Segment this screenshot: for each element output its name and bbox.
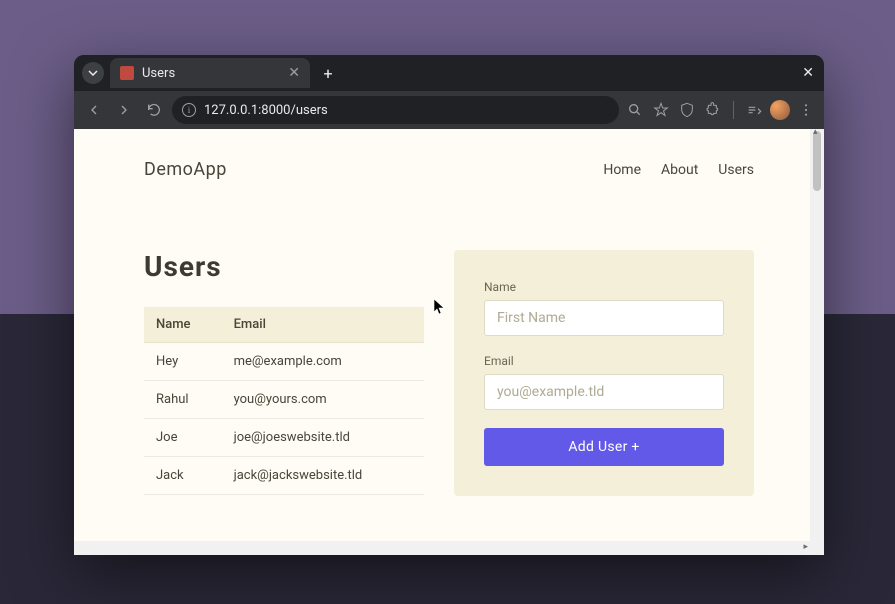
nav-link-users[interactable]: Users [718, 162, 754, 178]
name-label: Name [484, 280, 724, 294]
browser-window: Users ✕ + ✕ i 127.0.0.1:8000/users DemoA… [74, 55, 824, 555]
cell-name: Rahul [144, 381, 222, 419]
cell-email: jack@jackswebsite.tld [222, 457, 424, 495]
page-viewport: DemoApp Home About Users Users Name Emai… [74, 129, 824, 555]
nav-link-home[interactable]: Home [603, 162, 641, 178]
tab-search-button[interactable] [82, 62, 104, 84]
site-info-icon[interactable]: i [182, 103, 196, 117]
bookmark-button[interactable] [651, 100, 671, 120]
browser-tab[interactable]: Users ✕ [110, 58, 310, 88]
profile-avatar[interactable] [770, 100, 790, 120]
cell-email: you@yours.com [222, 381, 424, 419]
cell-email: joe@joeswebsite.tld [222, 419, 424, 457]
col-header-name: Name [144, 307, 222, 343]
media-control-icon[interactable] [744, 100, 764, 120]
browser-toolbar: i 127.0.0.1:8000/users [74, 91, 824, 129]
table-row: Jack jack@jackswebsite.tld [144, 457, 424, 495]
nav-links: Home About Users [603, 162, 754, 178]
tab-bar: Users ✕ + ✕ [74, 55, 824, 91]
col-header-email: Email [222, 307, 424, 343]
reload-button[interactable] [142, 98, 166, 122]
add-user-button[interactable]: Add User + [484, 428, 724, 466]
close-tab-button[interactable]: ✕ [288, 65, 300, 81]
cell-name: Jack [144, 457, 222, 495]
add-user-form: Name Email Add User + [454, 250, 754, 496]
new-tab-button[interactable]: + [316, 61, 340, 85]
chevron-down-icon [88, 70, 98, 76]
cell-email: me@example.com [222, 343, 424, 381]
name-input[interactable] [484, 300, 724, 336]
email-label: Email [484, 354, 724, 368]
table-row: Hey me@example.com [144, 343, 424, 381]
forward-button[interactable] [112, 98, 136, 122]
nav-link-about[interactable]: About [661, 162, 698, 178]
toolbar-divider [733, 101, 734, 119]
site-navbar: DemoApp Home About Users [144, 159, 754, 180]
cell-name: Joe [144, 419, 222, 457]
tab-title: Users [142, 66, 280, 81]
window-close-button[interactable]: ✕ [802, 65, 814, 81]
vertical-scrollbar[interactable] [810, 129, 824, 555]
brand-logo[interactable]: DemoApp [144, 159, 227, 180]
cell-name: Hey [144, 343, 222, 381]
kebab-menu-button[interactable] [796, 100, 816, 120]
back-button[interactable] [82, 98, 106, 122]
table-row: Rahul you@yours.com [144, 381, 424, 419]
users-table: Name Email Hey me@example.com Rahul you@… [144, 307, 424, 495]
table-row: Joe joe@joeswebsite.tld [144, 419, 424, 457]
shield-icon[interactable] [677, 100, 697, 120]
page-title: Users [144, 250, 424, 283]
url-text: 127.0.0.1:8000/users [204, 103, 609, 118]
tab-favicon-icon [120, 66, 134, 80]
email-input[interactable] [484, 374, 724, 410]
extensions-button[interactable] [703, 100, 723, 120]
zoom-icon[interactable] [625, 100, 645, 120]
horizontal-scrollbar[interactable] [74, 541, 810, 555]
address-bar[interactable]: i 127.0.0.1:8000/users [172, 96, 619, 124]
